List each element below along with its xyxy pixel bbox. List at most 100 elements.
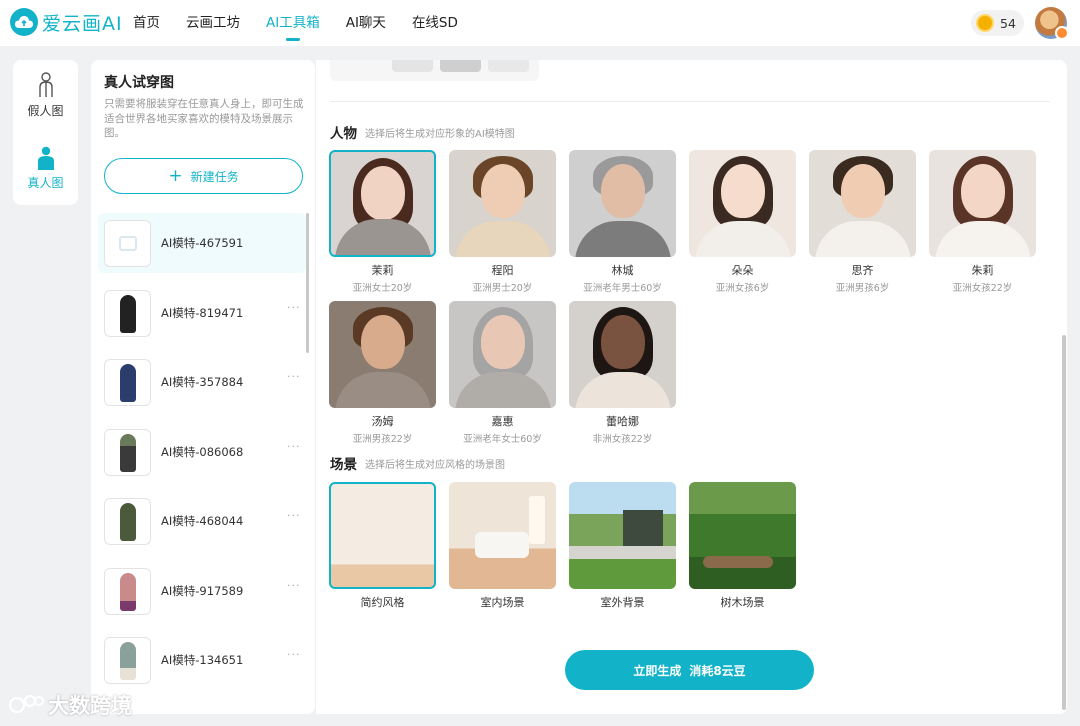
model-portrait <box>329 301 436 408</box>
model-name: 思齐 <box>851 264 874 277</box>
scene-image <box>689 482 796 589</box>
nav-home[interactable]: 首页 <box>133 0 160 46</box>
cloud-logo-icon <box>10 8 38 36</box>
scene-image <box>449 482 556 589</box>
task-name: AI模特-357884 <box>161 375 244 389</box>
generate-button[interactable]: 立即生成 消耗8云豆 <box>565 650 814 690</box>
task-name: AI模特-086068 <box>161 445 244 459</box>
nav-online-sd[interactable]: 在线SD <box>412 0 458 46</box>
scene-card-minimal[interactable]: 简约风格 <box>329 482 436 610</box>
section-divider <box>330 101 1050 102</box>
model-portrait <box>569 301 676 408</box>
task-thumbnail <box>104 498 151 545</box>
brand-logo[interactable]: 爱云画AI <box>10 8 123 36</box>
model-card-jiahui[interactable]: 嘉惠 亚洲老年女士60岁 <box>449 301 556 445</box>
mode-mannequin[interactable]: 假人图 <box>13 72 78 119</box>
scenes-section-subtitle: 选择后将生成对应风格的场景图 <box>365 460 505 471</box>
garment-figure <box>120 503 136 541</box>
scenes-section-title: 场景 <box>330 457 357 473</box>
task-thumbnail <box>104 359 151 406</box>
main-nav: 首页 云画工坊 AI工具箱 AI聊天 在线SD <box>133 0 484 46</box>
model-name: 林城 <box>611 264 634 277</box>
mode-rail: 假人图 真人图 <box>13 60 78 205</box>
task-more-icon[interactable]: ··· <box>287 579 301 592</box>
plus-icon: + <box>168 165 183 186</box>
task-item[interactable]: AI模特-134651 ··· <box>98 630 306 690</box>
top-navigation-bar: 爱云画AI 首页 云画工坊 AI工具箱 AI聊天 在线SD 54 <box>0 0 1080 46</box>
task-thumbnail <box>104 429 151 476</box>
main-scrollbar[interactable] <box>1062 335 1066 710</box>
model-portrait <box>449 301 556 408</box>
model-portrait <box>449 150 556 257</box>
task-thumbnail <box>104 220 151 267</box>
person-icon <box>37 146 54 170</box>
task-item[interactable]: AI模特-086068 ··· <box>98 422 306 482</box>
task-name: AI模特-134651 <box>161 653 244 667</box>
garment-thumbnail[interactable] <box>488 60 529 72</box>
scene-card-trees[interactable]: 树木场景 <box>689 482 796 610</box>
task-more-icon[interactable]: ··· <box>287 648 301 661</box>
model-card-chengyang[interactable]: 程阳 亚洲男士20岁 <box>449 150 556 294</box>
model-card-molly[interactable]: 茉莉 亚洲女士20岁 <box>329 150 436 294</box>
model-description: 亚洲老年女士60岁 <box>463 434 542 445</box>
model-card-duoduo[interactable]: 朵朵 亚洲女孩6岁 <box>689 150 796 294</box>
models-section-title: 人物 <box>330 126 357 142</box>
model-portrait <box>689 150 796 257</box>
nav-ai-toolbox[interactable]: AI工具箱 <box>266 0 320 46</box>
task-item[interactable]: AI模特-917589 ··· <box>98 561 306 621</box>
model-portrait <box>329 150 436 257</box>
task-name: AI模特-917589 <box>161 584 244 598</box>
model-card-siqi[interactable]: 思齐 亚洲男孩6岁 <box>809 150 916 294</box>
coin-balance[interactable]: 54 <box>971 10 1024 36</box>
garment-thumbnail[interactable] <box>392 60 433 72</box>
model-card-rihanna[interactable]: 蕾哈娜 非洲女孩22岁 <box>569 301 676 445</box>
garment-thumbnail[interactable] <box>440 60 481 72</box>
model-card-lincheng[interactable]: 林城 亚洲老年男士60岁 <box>569 150 676 294</box>
scene-name: 树木场景 <box>720 596 765 609</box>
task-name: AI模特-468044 <box>161 514 244 528</box>
garment-thumbnail-strip <box>330 60 539 81</box>
scene-name: 室内场景 <box>480 596 525 609</box>
nav-workshop[interactable]: 云画工坊 <box>186 0 240 46</box>
task-more-icon[interactable]: ··· <box>287 440 301 453</box>
watermark: 大数跨境 <box>8 690 132 720</box>
model-description: 亚洲男士20岁 <box>472 283 533 294</box>
model-portrait <box>569 150 676 257</box>
model-card-tom[interactable]: 汤姆 亚洲男孩22岁 <box>329 301 436 445</box>
scene-name: 室外背景 <box>600 596 645 609</box>
model-description: 亚洲女孩6岁 <box>715 283 770 294</box>
task-name: AI模特-819471 <box>161 306 244 320</box>
scene-card-outdoor[interactable]: 室外背景 <box>569 482 676 610</box>
model-name: 朱莉 <box>971 264 994 277</box>
garment-figure <box>120 295 136 333</box>
model-description: 亚洲老年男士60岁 <box>583 283 662 294</box>
mode-mannequin-label: 假人图 <box>27 104 64 118</box>
coin-count: 54 <box>1000 15 1016 31</box>
task-more-icon[interactable]: ··· <box>287 301 301 314</box>
model-name: 汤姆 <box>371 415 394 428</box>
panel-description: 只需要将服装穿在任意真人身上，即可生成适合世界各地买家喜欢的模特及场景展示图。 <box>104 98 304 139</box>
model-name: 蕾哈娜 <box>606 415 639 428</box>
garment-figure <box>120 434 136 472</box>
new-task-button[interactable]: + 新建任务 <box>104 158 303 194</box>
task-list-scrollbar[interactable] <box>306 213 309 353</box>
mode-real-person[interactable]: 真人图 <box>13 146 78 191</box>
generate-cost: 消耗8云豆 <box>689 663 746 678</box>
garment-figure <box>120 573 136 611</box>
task-name: AI模特-467591 <box>161 236 244 250</box>
task-item[interactable]: AI模特-357884 ··· <box>98 352 306 412</box>
task-item[interactable]: AI模特-467591 <box>98 213 306 273</box>
task-item[interactable]: AI模特-819471 ··· <box>98 283 306 343</box>
task-more-icon[interactable]: ··· <box>287 370 301 383</box>
main-content: 人物 选择后将生成对应形象的AI模特图 茉莉 亚洲女士20岁 程阳 亚洲男士20… <box>316 60 1067 714</box>
scene-image <box>329 482 436 589</box>
scene-image <box>569 482 676 589</box>
model-name: 朵朵 <box>731 264 754 277</box>
model-name: 茉莉 <box>371 264 394 277</box>
task-more-icon[interactable]: ··· <box>287 509 301 522</box>
model-card-julie[interactable]: 朱莉 亚洲女孩22岁 <box>929 150 1036 294</box>
image-placeholder-icon <box>119 236 137 251</box>
scene-card-indoor[interactable]: 室内场景 <box>449 482 556 610</box>
task-item[interactable]: AI模特-468044 ··· <box>98 491 306 551</box>
nav-ai-chat[interactable]: AI聊天 <box>346 0 386 46</box>
